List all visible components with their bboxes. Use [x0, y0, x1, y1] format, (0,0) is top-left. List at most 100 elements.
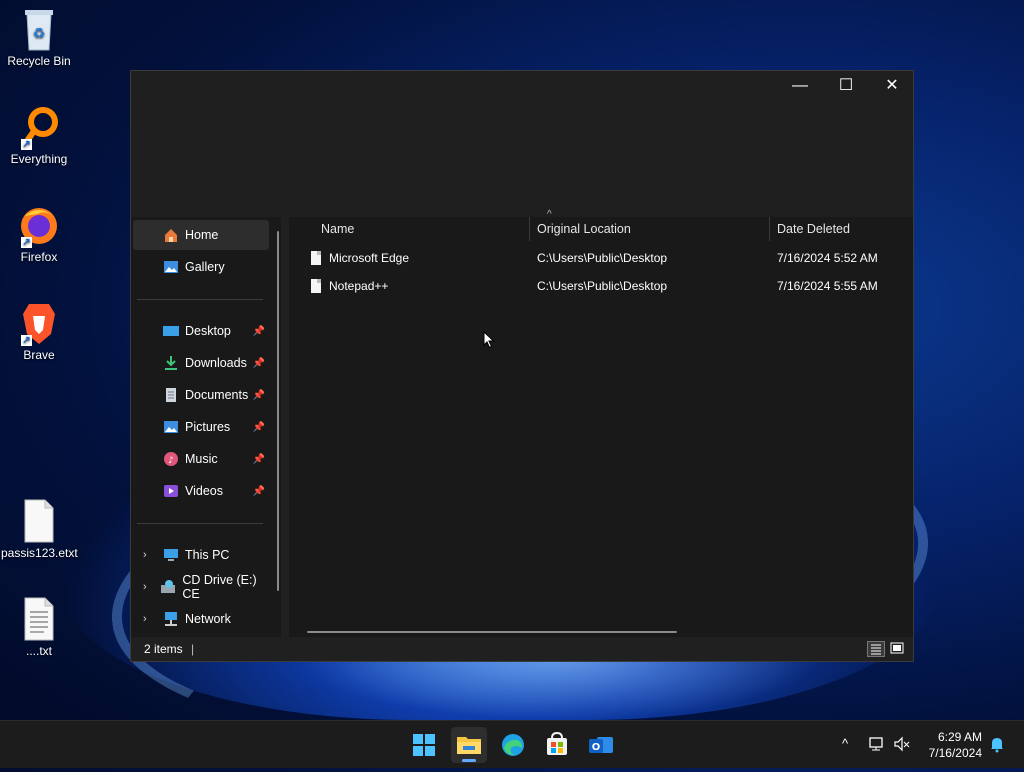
volume-muted-icon[interactable] — [893, 735, 911, 753]
sidebar-item-label: Home — [185, 228, 219, 242]
row-original-location: C:\Users\Public\Desktop — [537, 251, 668, 265]
column-header-name[interactable]: Name — [321, 217, 529, 243]
item-count: 2 items — [144, 642, 183, 656]
microsoft-store-icon — [547, 731, 567, 755]
shortcut-arrow-icon: ↗ — [21, 237, 32, 248]
text-file-icon — [19, 596, 59, 642]
desktop-icon-recycle-bin[interactable]: ♻ Recycle Bin — [1, 6, 77, 68]
sidebar-item-label: Pictures — [185, 420, 231, 434]
pin-icon[interactable]: 📌 — [253, 422, 265, 433]
show-hidden-icons-button[interactable]: ^ — [836, 735, 854, 753]
pin-icon[interactable]: 📌 — [253, 486, 265, 497]
blank-file-icon — [19, 498, 59, 544]
row-name: Notepad++ — [329, 279, 389, 293]
desktop-icon-label: passis123.etxt — [1, 546, 78, 560]
sidebar-item-downloads[interactable]: Downloads 📌 — [133, 348, 269, 378]
desktop-icon-label: Brave — [23, 348, 55, 362]
documents-icon — [163, 387, 179, 403]
chevron-right-icon[interactable]: › — [143, 549, 147, 561]
windows-start-icon — [413, 734, 435, 756]
sidebar-item-cd-drive[interactable]: › CD Drive (E:) CE — [133, 572, 269, 602]
desktop-icon-label: Recycle Bin — [7, 54, 71, 68]
taskbar-microsoft-store[interactable] — [539, 727, 575, 763]
downloads-icon — [163, 355, 179, 371]
sidebar-item-label: CD Drive (E:) CE — [182, 573, 257, 601]
pin-icon[interactable]: 📌 — [253, 358, 265, 369]
sidebar-item-home[interactable]: Home — [133, 220, 269, 250]
desktop-icon-passis123[interactable]: passis123.etxt — [1, 498, 78, 560]
row-original-location: C:\Users\Public\Desktop — [537, 279, 668, 293]
sidebar-item-music[interactable]: ♪ Music 📌 — [133, 444, 269, 474]
brave-icon: ↗ — [19, 300, 59, 346]
column-header-date-deleted[interactable]: Date Deleted — [777, 217, 907, 243]
taskbar-clock[interactable]: 6:29 AM 7/16/2024 — [929, 729, 982, 761]
pin-icon[interactable]: 📌 — [253, 454, 265, 465]
column-separator[interactable] — [529, 217, 530, 241]
taskbar-edge[interactable] — [495, 727, 531, 763]
sidebar-item-label: This PC — [185, 548, 230, 562]
taskbar-file-explorer[interactable] — [451, 727, 487, 763]
sidebar-item-this-pc[interactable]: › This PC — [133, 540, 269, 570]
sidebar-item-videos[interactable]: Videos 📌 — [133, 476, 269, 506]
gallery-icon — [163, 259, 179, 275]
outlook-icon: O — [589, 737, 613, 753]
desktop-icon-firefox[interactable]: ↗ Firefox — [1, 202, 77, 264]
tiles-view-button[interactable] — [889, 641, 907, 657]
desktop-icon — [163, 323, 179, 339]
pin-icon[interactable]: 📌 — [253, 326, 265, 337]
horizontal-scrollbar[interactable] — [307, 631, 677, 633]
table-row[interactable]: Microsoft Edge C:\Users\Public\Desktop 7… — [289, 245, 913, 271]
network-icon — [163, 611, 179, 627]
sidebar-item-label: Network — [185, 612, 231, 626]
pin-icon[interactable]: 📌 — [253, 390, 265, 401]
taskbar-outlook[interactable]: O — [583, 727, 619, 763]
sidebar-item-pictures[interactable]: Pictures 📌 — [133, 412, 269, 442]
sidebar-scrollbar[interactable] — [277, 231, 279, 591]
desktop-icon-brave[interactable]: ↗ Brave — [1, 300, 77, 362]
sidebar-item-gallery[interactable]: Gallery — [133, 252, 269, 282]
desktop-icon-label: ....txt — [25, 644, 52, 658]
column-header-original-location[interactable]: Original Location — [537, 217, 769, 243]
cd-drive-icon — [160, 579, 176, 595]
maximize-button[interactable]: ☐ — [823, 71, 869, 101]
chevron-right-icon[interactable]: › — [143, 613, 147, 625]
shortcut-arrow-icon: ↗ — [21, 335, 32, 346]
sidebar-divider — [137, 299, 263, 300]
table-row[interactable]: Notepad++ C:\Users\Public\Desktop 7/16/2… — [289, 273, 913, 299]
start-button[interactable] — [406, 727, 442, 763]
desktop-icon-txt[interactable]: ....txt — [1, 596, 77, 658]
row-date-deleted: 7/16/2024 5:52 AM — [777, 251, 878, 265]
title-bar[interactable]: — ☐ ✕ — [131, 71, 913, 217]
details-view-icon — [871, 644, 881, 655]
sidebar-item-label: Gallery — [185, 260, 225, 274]
sidebar-item-network[interactable]: › Network — [133, 604, 269, 634]
network-status-icon[interactable] — [868, 735, 886, 753]
minimize-button[interactable]: — — [777, 71, 823, 101]
this-pc-icon — [163, 547, 179, 563]
desktop-icon-everything[interactable]: ↗ Everything — [1, 104, 77, 166]
firefox-icon: ↗ — [19, 202, 59, 248]
desktop-icon-label: Everything — [10, 152, 68, 166]
column-separator[interactable] — [769, 217, 770, 241]
shortcut-arrow-icon: ↗ — [21, 139, 32, 150]
svg-text:O: O — [592, 742, 601, 753]
sidebar-item-label: Videos — [185, 484, 223, 498]
chevron-right-icon[interactable]: › — [143, 581, 147, 593]
notification-bell-icon[interactable] — [988, 735, 1006, 753]
videos-icon — [163, 483, 179, 499]
file-icon — [311, 251, 321, 265]
sidebar-item-documents[interactable]: Documents 📌 — [133, 380, 269, 410]
sidebar-divider — [137, 523, 263, 524]
file-icon — [311, 279, 321, 293]
svg-text:♻: ♻ — [33, 26, 46, 42]
close-button[interactable]: ✕ — [869, 71, 915, 101]
sidebar-item-label: Music — [185, 452, 218, 466]
details-view-button[interactable] — [867, 641, 885, 657]
sidebar-item-label: Desktop — [185, 324, 231, 338]
music-icon: ♪ — [163, 451, 179, 467]
file-explorer-icon — [457, 737, 481, 754]
file-list-pane: Name ^ Original Location Date Deleted Mi… — [289, 209, 913, 637]
taskbar: O ^ 6:29 AM 7/16/2024 — [0, 720, 1024, 768]
recycle-bin-icon: ♻ — [19, 6, 59, 52]
sidebar-item-desktop[interactable]: Desktop 📌 — [133, 316, 269, 346]
